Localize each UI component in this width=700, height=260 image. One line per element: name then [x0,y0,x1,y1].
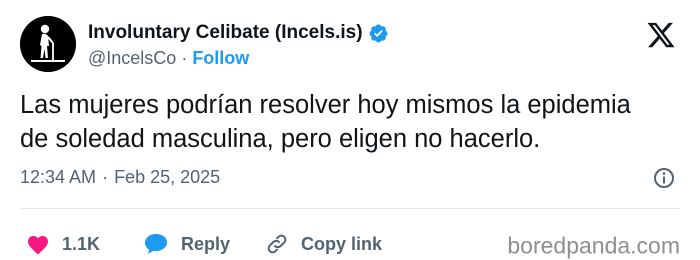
separator: · [181,48,188,68]
follow-button[interactable]: Follow [192,48,249,69]
speech-bubble-icon [143,232,169,256]
display-name[interactable]: Involuntary Celibate (Incels.is) [88,22,363,44]
tweet-text-line: de soledad masculina, pero eligen no hac… [20,125,541,153]
copy-link-button[interactable]: Copy link [265,232,382,256]
handle[interactable]: @IncelsCo [88,48,176,69]
tweet-card: Involuntary Celibate (Incels.is) @Incels… [0,0,700,259]
tweet-date[interactable]: Feb 25, 2025 [114,167,220,188]
tweet-meta: 12:34 AM · Feb 25, 2025 [20,167,220,188]
tweet-time[interactable]: 12:34 AM [20,167,96,188]
info-icon[interactable] [652,166,676,190]
like-count: 1.1K [62,233,101,254]
link-icon [265,232,289,256]
avatar[interactable] [20,16,76,72]
copy-link-label: Copy link [301,233,383,254]
meta-separator: · [102,167,109,187]
reply-label: Reply [181,233,231,254]
reply-button[interactable]: Reply [143,232,230,256]
name-row: Involuntary Celibate (Incels.is) [88,22,389,44]
x-logo-icon[interactable] [645,20,677,50]
old-man-with-cane-icon [20,16,76,72]
watermark: boredpanda.com [507,232,680,259]
like-button[interactable]: 1.1K [26,233,100,255]
verified-badge-icon [368,23,389,44]
divider [20,208,680,209]
tweet-text: Las mujeres podrían resolver hoy mismos … [20,88,685,156]
heart-icon [26,233,50,255]
tweet-text-line: Las mujeres podrían resolver hoy mismos … [20,91,631,119]
handle-row: @IncelsCo · Follow [88,48,249,69]
